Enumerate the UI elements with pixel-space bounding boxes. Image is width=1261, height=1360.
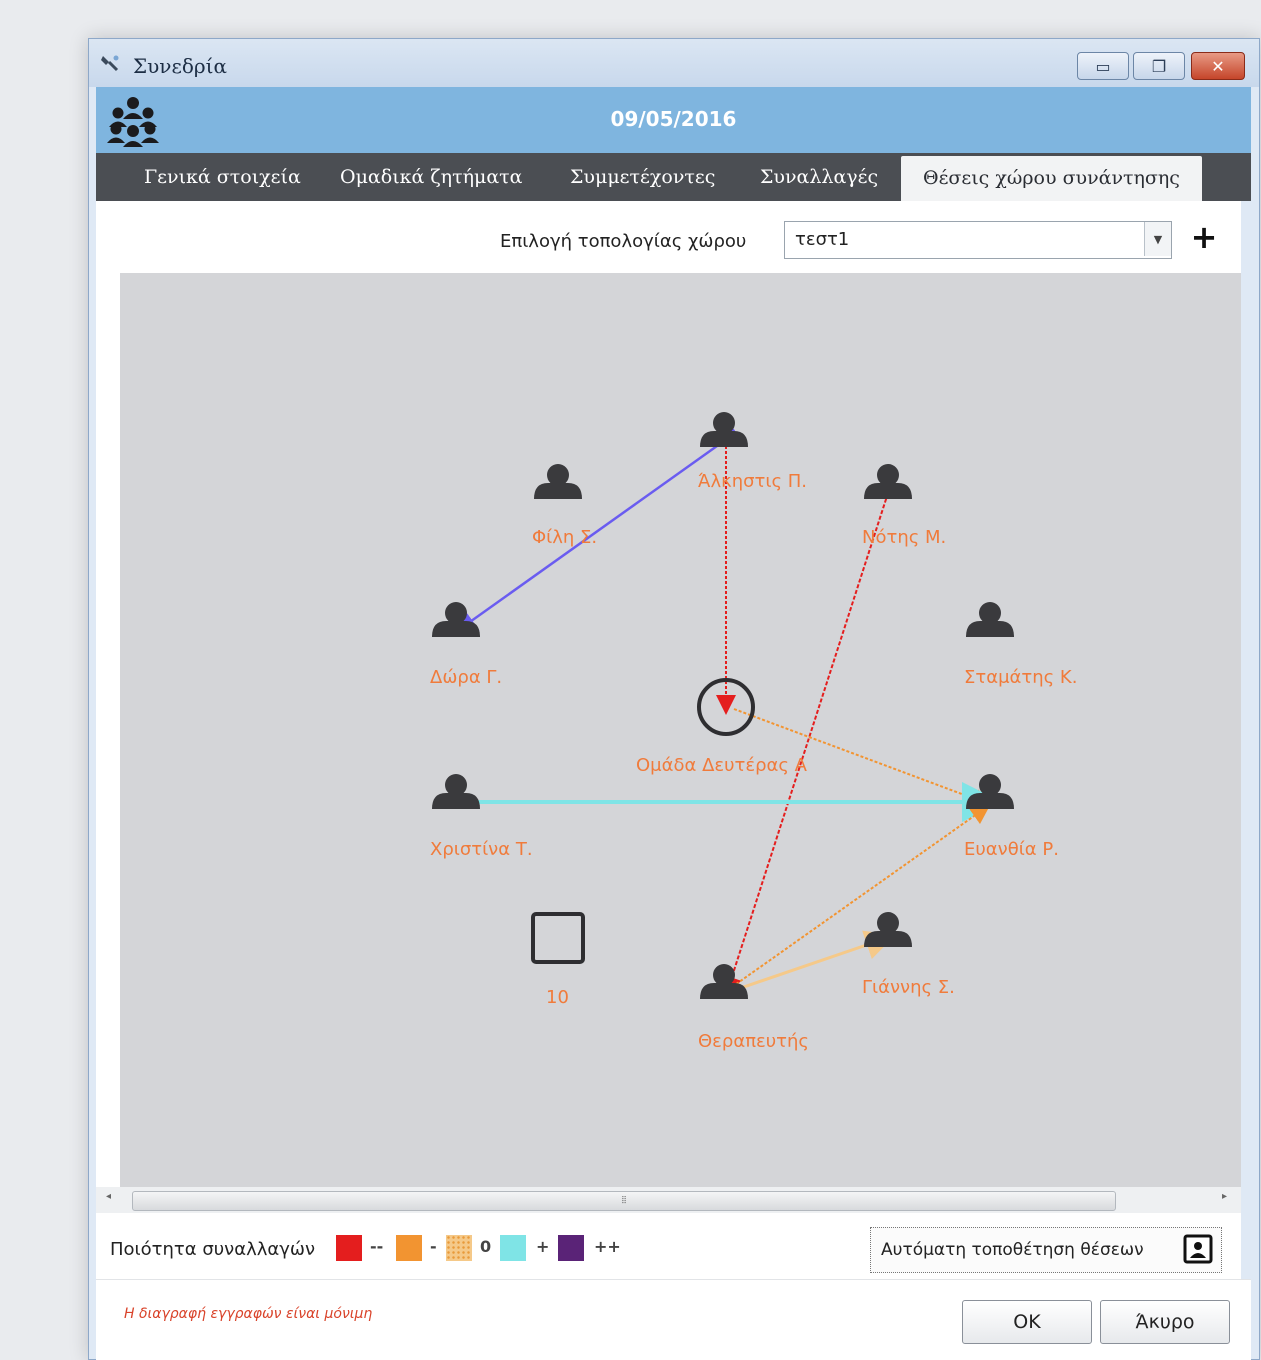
person-icon [864,483,912,499]
legend-symbol: ++ [594,1237,621,1256]
participant-label: Νότης Μ. [862,527,946,548]
legend-symbol: - [430,1237,437,1256]
scroll-right-icon[interactable]: ▸ [1222,1191,1227,1202]
close-button[interactable]: ✕ [1191,52,1245,80]
legend-swatch-positive [500,1235,526,1261]
minimize-icon: ▭ [1095,56,1111,76]
person-icon [979,602,1001,624]
person-icon [713,964,735,986]
minimize-button[interactable]: ▭ [1077,52,1129,80]
participant-label: Σταμάτης Κ. [964,667,1077,688]
chevron-down-icon[interactable]: ▼ [1144,222,1171,256]
participant-label: Ευανθία Ρ. [964,839,1059,860]
legend-symbol: + [536,1237,550,1256]
auto-place-button[interactable]: Αυτόματη τοποθέτηση θέσεων [870,1227,1222,1273]
deletion-warning: Η διαγραφή εγγραφών είναι μόνιμη [124,1306,373,1322]
tab-participants[interactable]: Συμμετέχοντες [570,153,715,201]
participant-therapist[interactable]: Θεραπευτής [698,964,809,1052]
person-card-icon [1183,1234,1213,1264]
close-icon: ✕ [1211,56,1225,76]
session-header: 09/05/2016 [96,87,1251,153]
legend-swatch-very-positive [558,1235,584,1261]
person-icon [877,464,899,486]
legend-swatch-very-negative [336,1235,362,1261]
person-icon [445,602,467,624]
legend-symbol: 0 [480,1237,492,1256]
legend-bar: Ποιότητα συναλλαγών -- - 0 + ++ Αυτόματη… [96,1219,1241,1279]
person-icon [966,793,1014,809]
scrollbar-thumb[interactable]: ⦙⦙ [132,1191,1116,1211]
seating-diagram: Άλκηστις Π. Φίλη Σ. Νότης Μ. Δώρα Γ. Στα… [430,412,1077,1052]
person-icon [700,983,748,999]
maximize-button[interactable]: ❐ [1133,52,1185,80]
tab-meeting-positions[interactable]: Θέσεις χώρου συνάντησης [901,156,1202,201]
legend-swatch-negative [396,1235,422,1261]
participant-label: Δώρα Γ. [430,667,502,688]
group-node[interactable]: Ομάδα Δευτέρας Α [636,678,808,776]
tab-bar: Γενικά στοιχεία Ομαδικά ζητήματα Συμμετέ… [96,153,1251,201]
legend-symbol: -- [370,1237,384,1256]
participant-fili[interactable]: Φίλη Σ. [532,464,597,548]
participant-christina[interactable]: Χριστίνα Τ. [430,774,533,860]
session-window: Συνεδρία ▭ ❐ ✕ 09/05/2016 Γενικά στοιχεί… [88,38,1260,1360]
seating-canvas[interactable]: Άλκηστις Π. Φίλη Σ. Νότης Μ. Δώρα Γ. Στα… [120,273,1241,1189]
group-label: Ομάδα Δευτέρας Α [636,755,808,776]
person-icon [979,774,1001,796]
participant-stamatis[interactable]: Σταμάτης Κ. [964,602,1077,688]
square-icon [531,912,585,964]
object-node[interactable]: 10 [531,912,585,1008]
participant-label: Θεραπευτής [698,1031,809,1052]
topology-select[interactable]: τεστ1 ▼ [784,221,1172,259]
participant-giannis[interactable]: Γιάννης Σ. [862,912,955,998]
legend-swatch-neutral [446,1235,472,1261]
dialog-footer: Η διαγραφή εγγραφών είναι μόνιμη OK Άκυρ… [96,1279,1251,1360]
add-topology-button[interactable]: + [1184,217,1224,257]
topology-select-value: τεστ1 [795,229,850,250]
restore-icon: ❐ [1151,56,1167,76]
legend-label: Ποιότητα συναλλαγών [110,1239,316,1260]
connection-therapist-efthymia[interactable] [731,804,991,988]
person-icon [700,431,748,447]
participant-dora[interactable]: Δώρα Γ. [430,602,502,688]
session-date: 09/05/2016 [610,107,737,131]
person-icon [966,621,1014,637]
person-icon [534,483,582,499]
person-icon [547,464,569,486]
person-icon [877,912,899,934]
participant-efthymia[interactable]: Ευανθία Ρ. [964,774,1059,860]
participant-alkistis[interactable]: Άλκηστις Π. [698,412,807,492]
auto-place-label: Αυτόματη τοποθέτηση θέσεων [881,1240,1144,1260]
scroll-left-icon[interactable]: ◂ [106,1191,111,1202]
participant-notis[interactable]: Νότης Μ. [862,464,946,548]
ok-button[interactable]: OK [962,1300,1092,1344]
window-title: Συνεδρία [133,54,227,78]
person-icon [864,931,912,947]
tab-content: Επιλογή τοπολογίας χώρου τεστ1 ▼ + Άλκησ… [96,201,1241,1279]
person-icon [445,774,467,796]
tab-group-issues[interactable]: Ομαδικά ζητήματα [340,153,523,201]
topology-label: Επιλογή τοπολογίας χώρου [500,231,747,252]
tab-general-info[interactable]: Γενικά στοιχεία [144,153,301,201]
object-label: 10 [546,987,569,1008]
horizontal-scrollbar[interactable]: ◂ ⦙⦙ ▸ [96,1187,1241,1213]
person-icon [432,793,480,809]
tab-transactions[interactable]: Συναλλαγές [760,153,878,201]
person-icon [432,621,480,637]
cancel-button[interactable]: Άκυρο [1100,1300,1230,1344]
participant-label: Φίλη Σ. [532,527,597,548]
title-bar[interactable]: Συνεδρία ▭ ❐ ✕ [89,39,1259,87]
participant-label: Άλκηστις Π. [698,471,807,492]
participant-label: Γιάννης Σ. [862,977,955,998]
person-icon [713,412,735,434]
grip-icon: ⦙⦙ [621,1195,627,1206]
connection-notis-therapist[interactable] [722,478,902,997]
participant-label: Χριστίνα Τ. [430,839,533,860]
app-icon [101,55,119,72]
